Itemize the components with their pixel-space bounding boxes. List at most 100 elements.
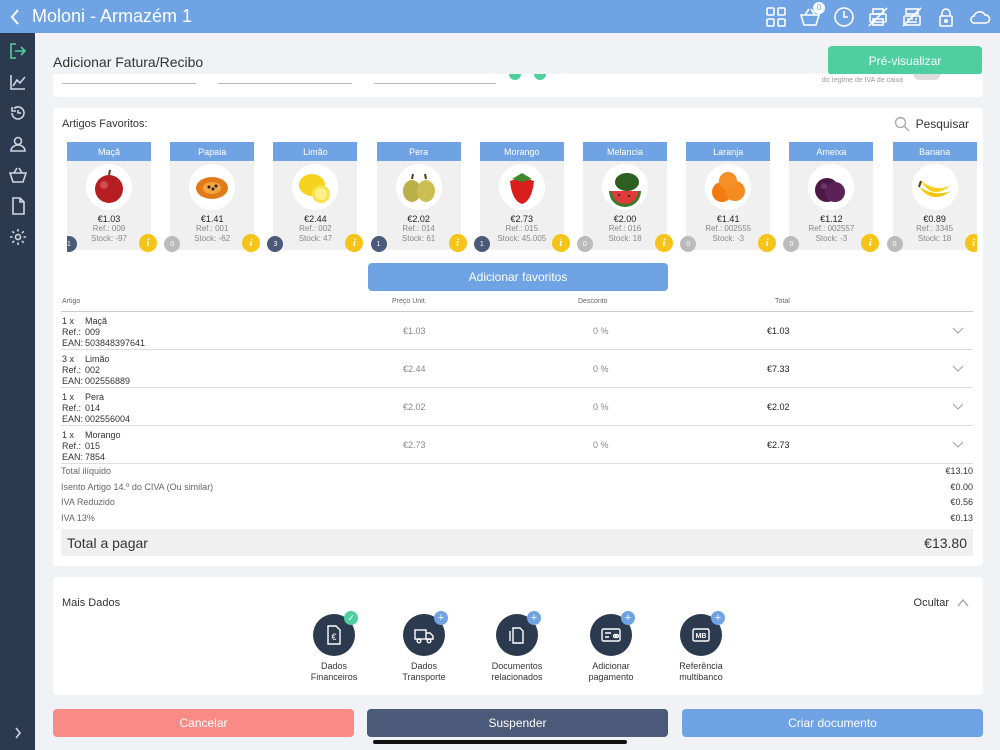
search-button[interactable]: Pesquisar <box>894 116 969 132</box>
iva-regime-toggle[interactable] <box>913 74 941 80</box>
fruit-image <box>395 164 442 210</box>
table-row[interactable]: 1 x Maçã Ref.: 009 EAN: 503848397641 €1.03 0 % €… <box>61 312 973 350</box>
basket-button[interactable]: 0 <box>798 1 825 29</box>
items-table: Artigo Preço Unit. Desconto Total 1 x Maç… <box>61 298 973 464</box>
financial-data-line1: Dados <box>320 661 347 671</box>
related-documents-line1: Documentos <box>491 661 543 671</box>
table-row[interactable]: 3 x Limão Ref.: 002 EAN: 002556889 €2.44 0 % €7.… <box>61 350 973 388</box>
multibanco-reference-button[interactable]: MB + Referência multibanco <box>656 611 746 683</box>
favorite-ref: Ref.: 001 <box>195 224 229 233</box>
document-icon <box>11 196 25 215</box>
sidebar-item-sales[interactable] <box>0 159 35 190</box>
suspend-button[interactable]: Suspender <box>367 709 668 737</box>
sidebar-expand-button[interactable] <box>0 726 35 742</box>
row-qty: 3 x <box>62 354 75 364</box>
lock-icon[interactable] <box>934 5 958 29</box>
chevron-down-icon[interactable] <box>952 438 964 450</box>
table-row[interactable]: 1 x Pera Ref.: 014 EAN: 002556004 €2.02 0 % €2.0… <box>61 388 973 426</box>
info-icon[interactable]: i <box>448 234 467 252</box>
grid-icon[interactable] <box>764 5 788 29</box>
favorite-item[interactable]: Melancia €2.00 Ref.: 016 Stock: 18 0 i <box>577 142 673 252</box>
favorite-item[interactable]: Laranja €1.41 Ref.: 002555 Stock: -3 0 i <box>680 142 777 252</box>
clock-icon[interactable] <box>832 5 856 29</box>
row-ean: 002556889 <box>85 376 131 386</box>
sidebar-item-documents[interactable] <box>0 190 35 221</box>
row-article: 1 x Morango Ref.: 015 EAN: 7854 <box>62 430 121 463</box>
create-document-button[interactable]: Criar documento <box>682 709 983 737</box>
total-label: IVA Reduzido <box>61 497 115 508</box>
favorite-item[interactable]: Ameixa €1.12 Ref.: 002557 Stock: -3 0 i <box>783 142 880 252</box>
total-label: Isento Artigo 14.º do CIVA (Ou similar) <box>61 481 214 492</box>
favorite-item[interactable]: Maçã €1.03 Ref.: 009 Stock: -97 1 i <box>67 142 157 252</box>
info-icon[interactable]: i <box>861 234 880 252</box>
related-documents-circle: + <box>496 611 541 656</box>
hide-button[interactable]: Ocultar <box>914 597 969 609</box>
multibanco-reference-line2: multibanco <box>679 672 723 682</box>
cancel-button[interactable]: Cancelar <box>53 709 354 737</box>
favorite-item[interactable]: Limão €2.44 Ref.: 002 Stock: 47 3 i <box>267 142 364 252</box>
search-label: Pesquisar <box>915 117 969 131</box>
favorite-ref: Ref.: 002 <box>299 224 332 233</box>
info-icon[interactable]: i <box>345 234 364 252</box>
multibanco-reference-circle: MB + <box>680 611 725 656</box>
add-favorites-button[interactable]: Adicionar favoritos <box>368 263 668 291</box>
favorite-item[interactable]: Papaia €1.41 Ref.: 001 Stock: -62 0 i <box>164 142 261 252</box>
sidebar-item-history[interactable] <box>0 97 35 128</box>
preview-button[interactable]: Pré-visualizar <box>828 46 982 75</box>
add-payment-button[interactable]: + Adicionar pagamento <box>566 611 656 683</box>
row-unit-price: €1.03 <box>403 326 426 336</box>
search-icon <box>894 116 910 132</box>
favorite-name: Morango <box>479 142 564 161</box>
exit-icon <box>9 42 26 59</box>
chevron-down-icon[interactable] <box>952 324 964 336</box>
more-data-title: Mais Dados <box>62 597 121 609</box>
cash-register-icon[interactable] <box>900 5 924 29</box>
top-bar: Moloni - Armazém 1 0 <box>0 0 1000 33</box>
favorite-qty-badge: 1 <box>370 236 387 252</box>
transport-data-button[interactable]: + Dados Transporte <box>379 611 469 683</box>
sidebar-item-customers[interactable] <box>0 128 35 159</box>
input-underline[interactable] <box>218 83 352 84</box>
row-discount: 0 % <box>593 440 609 450</box>
basket-icon <box>8 167 27 183</box>
financial-data-button[interactable]: € ✓ Dados Financeiros <box>289 611 379 683</box>
chevron-down-icon[interactable] <box>952 362 964 374</box>
sidebar-item-exit[interactable] <box>0 35 35 66</box>
favorite-item[interactable]: Pera €2.02 Ref.: 014 Stock: 61 1 i <box>370 142 467 252</box>
transport-data-line2: Transporte <box>402 672 446 682</box>
input-underline[interactable] <box>374 83 496 84</box>
fruit-image <box>602 164 648 210</box>
total-label: IVA 13% <box>61 512 95 523</box>
totals-section: Total ilíquido €13.10 Isento Artigo 14.º d… <box>61 466 973 528</box>
row-article: 1 x Maçã Ref.: 009 EAN: 503848397641 <box>62 316 145 349</box>
back-button[interactable] <box>0 0 30 33</box>
info-icon[interactable]: i <box>551 234 570 252</box>
sidebar-item-stats[interactable] <box>0 66 35 97</box>
info-icon[interactable]: i <box>139 234 157 252</box>
row-ean: 002556004 <box>85 414 131 424</box>
fruit-image <box>498 164 545 210</box>
user-icon <box>9 136 26 152</box>
add-payment-circle: + <box>590 611 635 656</box>
row-ean: 7854 <box>85 452 106 462</box>
info-icon[interactable]: i <box>242 234 261 252</box>
printer-icon[interactable] <box>866 5 890 29</box>
chevron-down-icon[interactable] <box>952 400 964 412</box>
fruit-image <box>911 164 958 210</box>
favorite-price: €2.00 <box>613 214 637 224</box>
favorite-item[interactable]: Banana €0.89 Ref.: 3345 Stock: 18 0 i <box>886 142 977 252</box>
related-documents-button[interactable]: + Documentos relacionados <box>472 611 562 683</box>
table-row[interactable]: 1 x Morango Ref.: 015 EAN: 7854 €2.73 0 % €2.73 <box>61 426 973 464</box>
input-underline[interactable] <box>62 83 196 84</box>
total-row: IVA 13% €0.13 <box>61 513 973 529</box>
row-qty: 1 x <box>62 430 75 440</box>
info-icon[interactable]: i <box>964 234 977 252</box>
info-icon[interactable]: i <box>655 234 673 252</box>
favorite-name: Melancia <box>583 142 667 161</box>
sidebar-item-settings[interactable] <box>0 221 35 252</box>
info-icon[interactable]: i <box>758 234 777 252</box>
row-unit-price: €2.44 <box>403 364 426 374</box>
favorite-item[interactable]: Morango €2.73 Ref.: 015 Stock: 45.005 1 i <box>473 142 570 252</box>
add-payment-line1: Adicionar <box>592 661 630 671</box>
cloud-icon[interactable] <box>968 5 992 29</box>
